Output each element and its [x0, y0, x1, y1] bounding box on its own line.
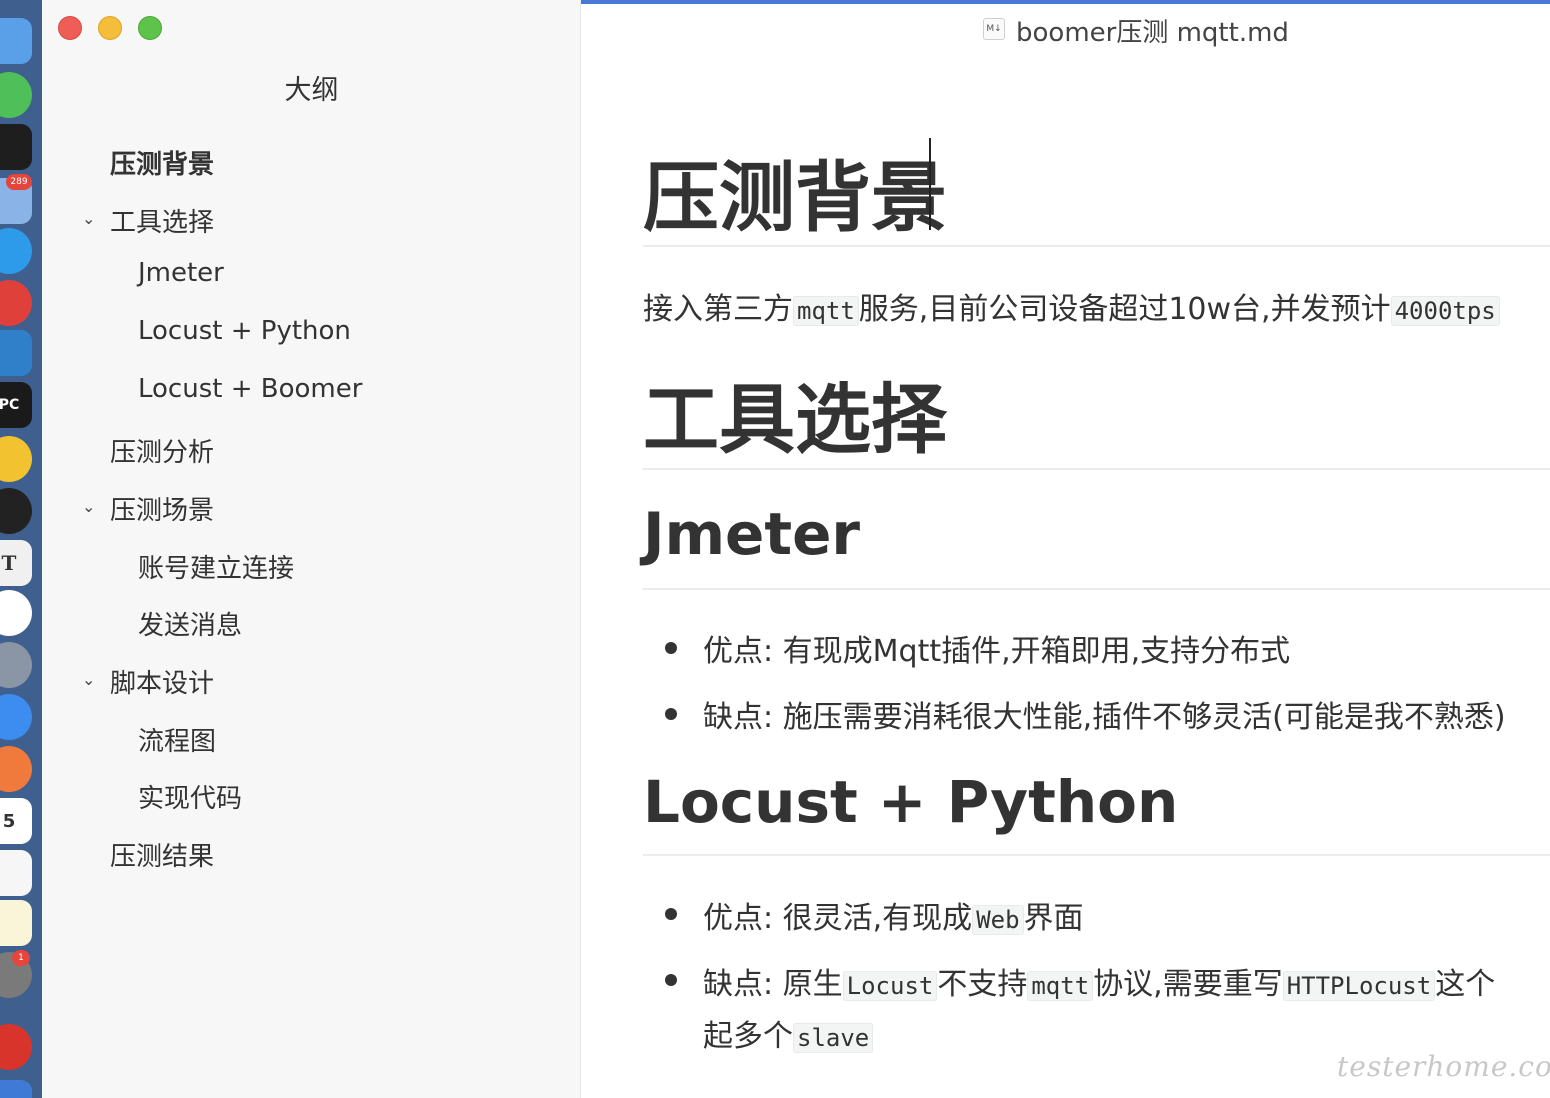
- intro-paragraph[interactable]: 接入第三方 mqtt 服务,目前公司设备超过10w台,并发预计 4000tps: [643, 284, 1500, 328]
- heading-rule: [643, 245, 1550, 247]
- list-text: 起多个: [703, 1019, 793, 1054]
- outline-item-tools[interactable]: 工具选择: [110, 202, 214, 239]
- inline-code: Locust: [842, 971, 938, 1001]
- safari-icon[interactable]: [0, 694, 32, 740]
- launchpad-icon[interactable]: [0, 642, 32, 688]
- document-editor[interactable]: 压测背景 接入第三方 mqtt 服务,目前公司设备超过10w台,并发预计 4000tp…: [581, 58, 1550, 1098]
- markdown-file-icon: M↓: [983, 18, 1005, 40]
- text-cursor: [929, 138, 931, 230]
- vscode-icon[interactable]: [0, 330, 32, 376]
- list-item-lp-pros[interactable]: 优点: 很灵活,有现成 Web 界面: [703, 893, 1084, 937]
- outline-item-results[interactable]: 压测结果: [110, 836, 214, 873]
- notes-icon[interactable]: [0, 850, 32, 896]
- maximize-window-button[interactable]: [138, 16, 162, 40]
- outline-item-connect[interactable]: 账号建立连接: [138, 548, 294, 585]
- heading-rule: [643, 854, 1550, 856]
- inline-code: HTTPLocust: [1282, 971, 1436, 1001]
- list-item-jmeter-pros[interactable]: 优点: 有现成Mqtt插件,开箱即用,支持分布式: [703, 626, 1290, 670]
- bullet-dot: [665, 974, 677, 986]
- heading-background[interactable]: 压测背景: [643, 136, 947, 246]
- terminal-icon[interactable]: [0, 124, 32, 170]
- list-text: 界面: [1023, 901, 1084, 936]
- dock-app-icon[interactable]: [0, 1080, 32, 1098]
- photos-icon[interactable]: [0, 746, 32, 792]
- close-window-button[interactable]: [58, 16, 82, 40]
- list-item-lp-cons[interactable]: 缺点: 原生 Locust 不支持 mqtt 协议,需要重写 HTTPLocust 这个: [703, 959, 1495, 1003]
- outline-item-analysis[interactable]: 压测分析: [110, 432, 214, 469]
- intro-text: 接入第三方: [643, 292, 793, 327]
- outline-sidebar: 大纲 压测背景 ⌄ 工具选择 Jmeter Locust + Python Lo…: [42, 0, 581, 1098]
- document-filename: boomer压测 mqtt.md: [1016, 18, 1289, 48]
- intro-text: 服务,目前公司设备超过10w台,并发预计: [858, 292, 1391, 327]
- qq-icon[interactable]: [0, 488, 32, 534]
- list-item-lp-cons-line2[interactable]: 起多个 slave: [703, 1011, 874, 1055]
- heading-rule: [643, 588, 1550, 590]
- wechat-icon[interactable]: [0, 72, 32, 118]
- send-icon[interactable]: [0, 228, 32, 274]
- inline-code: slave: [793, 1023, 874, 1053]
- bullet-dot: [665, 908, 677, 920]
- inline-code: Web: [972, 905, 1024, 935]
- inline-code: mqtt: [1027, 971, 1094, 1001]
- outline-title: 大纲: [284, 75, 339, 106]
- tasks-icon[interactable]: [0, 590, 32, 636]
- heading-rule: [643, 468, 1550, 470]
- finder-icon[interactable]: [0, 18, 32, 64]
- outline-item-script-design[interactable]: 脚本设计: [110, 663, 214, 700]
- document-titlebar: M↓ boomer压测 mqtt.md: [581, 0, 1550, 58]
- chrome-icon[interactable]: [0, 436, 32, 482]
- chevron-down-icon[interactable]: ⌄: [82, 498, 100, 516]
- system-preferences-badge: 1: [12, 950, 30, 966]
- list-text: 协议,需要重写: [1093, 967, 1283, 1002]
- minimize-window-button[interactable]: [98, 16, 122, 40]
- xmind-icon[interactable]: [0, 280, 32, 326]
- heading-locust-python[interactable]: Locust + Python: [643, 768, 1178, 836]
- watermark: testerhome.com: [1337, 1050, 1550, 1083]
- inline-code: mqtt: [793, 296, 859, 326]
- heading-tools[interactable]: 工具选择: [643, 358, 947, 468]
- outline-item-locust-boomer[interactable]: Locust + Boomer: [138, 374, 362, 404]
- list-item-jmeter-cons[interactable]: 缺点: 施压需要消耗很大性能,插件不够灵活(可能是我不熟悉): [703, 692, 1506, 736]
- outline-item-code[interactable]: 实现代码: [138, 778, 242, 815]
- macos-dock: 289 PC T 5 1: [0, 0, 42, 1098]
- outline-item-flowchart[interactable]: 流程图: [138, 721, 216, 758]
- list-text: 这个: [1435, 967, 1496, 1002]
- outline-item-background[interactable]: 压测背景: [110, 144, 214, 181]
- outline-item-send-message[interactable]: 发送消息: [138, 605, 242, 642]
- outline-item-scenarios[interactable]: 压测场景: [110, 490, 214, 527]
- bullet-dot: [665, 708, 677, 720]
- outline-item-jmeter[interactable]: Jmeter: [138, 258, 224, 288]
- inline-code: 4000tps: [1390, 296, 1500, 326]
- chevron-down-icon[interactable]: ⌄: [82, 671, 100, 689]
- outline-item-locust-python[interactable]: Locust + Python: [138, 316, 351, 346]
- pycharm-icon[interactable]: PC: [0, 382, 32, 428]
- mail-badge: 289: [6, 174, 32, 190]
- list-text: 缺点: 原生: [703, 967, 843, 1002]
- stickies-icon[interactable]: [0, 900, 32, 946]
- list-text: 优点: 很灵活,有现成: [703, 901, 973, 936]
- list-text: 不支持: [937, 967, 1028, 1002]
- netease-music-icon[interactable]: [0, 1024, 32, 1070]
- bullet-dot: [665, 642, 677, 654]
- chevron-down-icon[interactable]: ⌄: [82, 210, 100, 228]
- calendar-icon[interactable]: 5: [0, 798, 32, 844]
- typora-icon[interactable]: T: [0, 540, 32, 586]
- heading-jmeter[interactable]: Jmeter: [643, 500, 860, 568]
